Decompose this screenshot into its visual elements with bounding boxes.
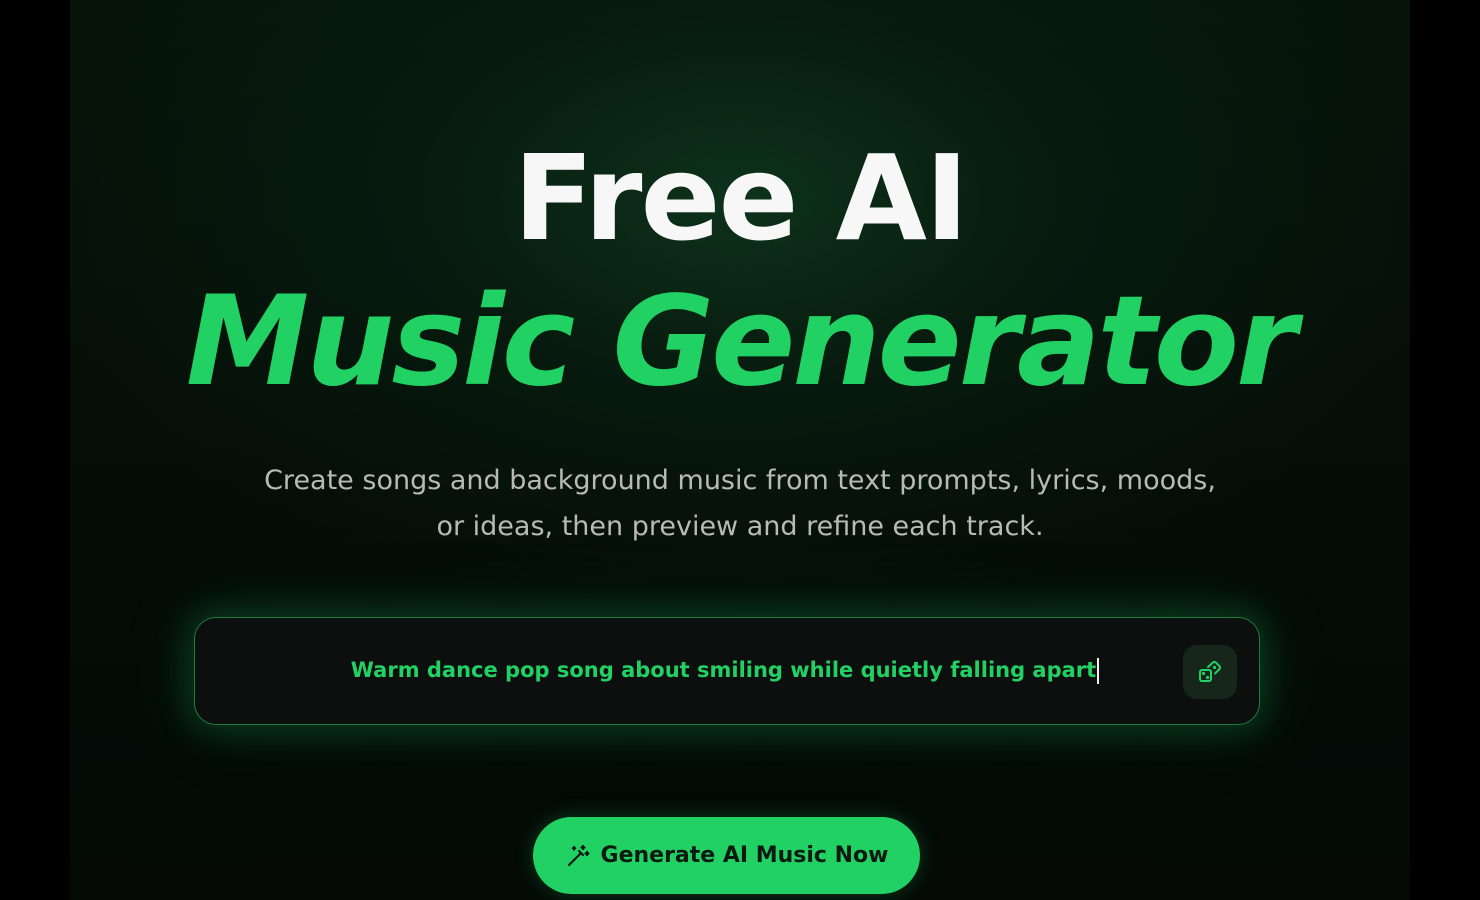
prompt-input[interactable]: Warm dance pop song about smiling while …	[275, 650, 1175, 690]
magic-wand-icon	[565, 843, 591, 869]
generate-music-button[interactable]: Generate AI Music Now	[533, 817, 920, 894]
hero-title-line2: Music Generator	[185, 270, 1297, 414]
text-caret	[1097, 658, 1100, 684]
prompt-input-box[interactable]: Warm dance pop song about smiling while …	[194, 617, 1260, 725]
dice-icon	[1196, 658, 1224, 686]
random-prompt-button[interactable]	[1183, 645, 1237, 699]
hero-subtitle: Create songs and background music from t…	[240, 458, 1240, 550]
prompt-input-value: Warm dance pop song about smiling while …	[350, 658, 1097, 682]
page: Free AI Music Generator Create songs and…	[0, 0, 1480, 900]
generate-music-button-label: Generate AI Music Now	[600, 843, 889, 868]
hero-subtitle-line1: Create songs and background music from t…	[264, 465, 1216, 496]
hero-subtitle-line2: or ideas, then preview and refine each t…	[436, 511, 1044, 542]
hero-title-line1: Free AI	[513, 129, 969, 267]
